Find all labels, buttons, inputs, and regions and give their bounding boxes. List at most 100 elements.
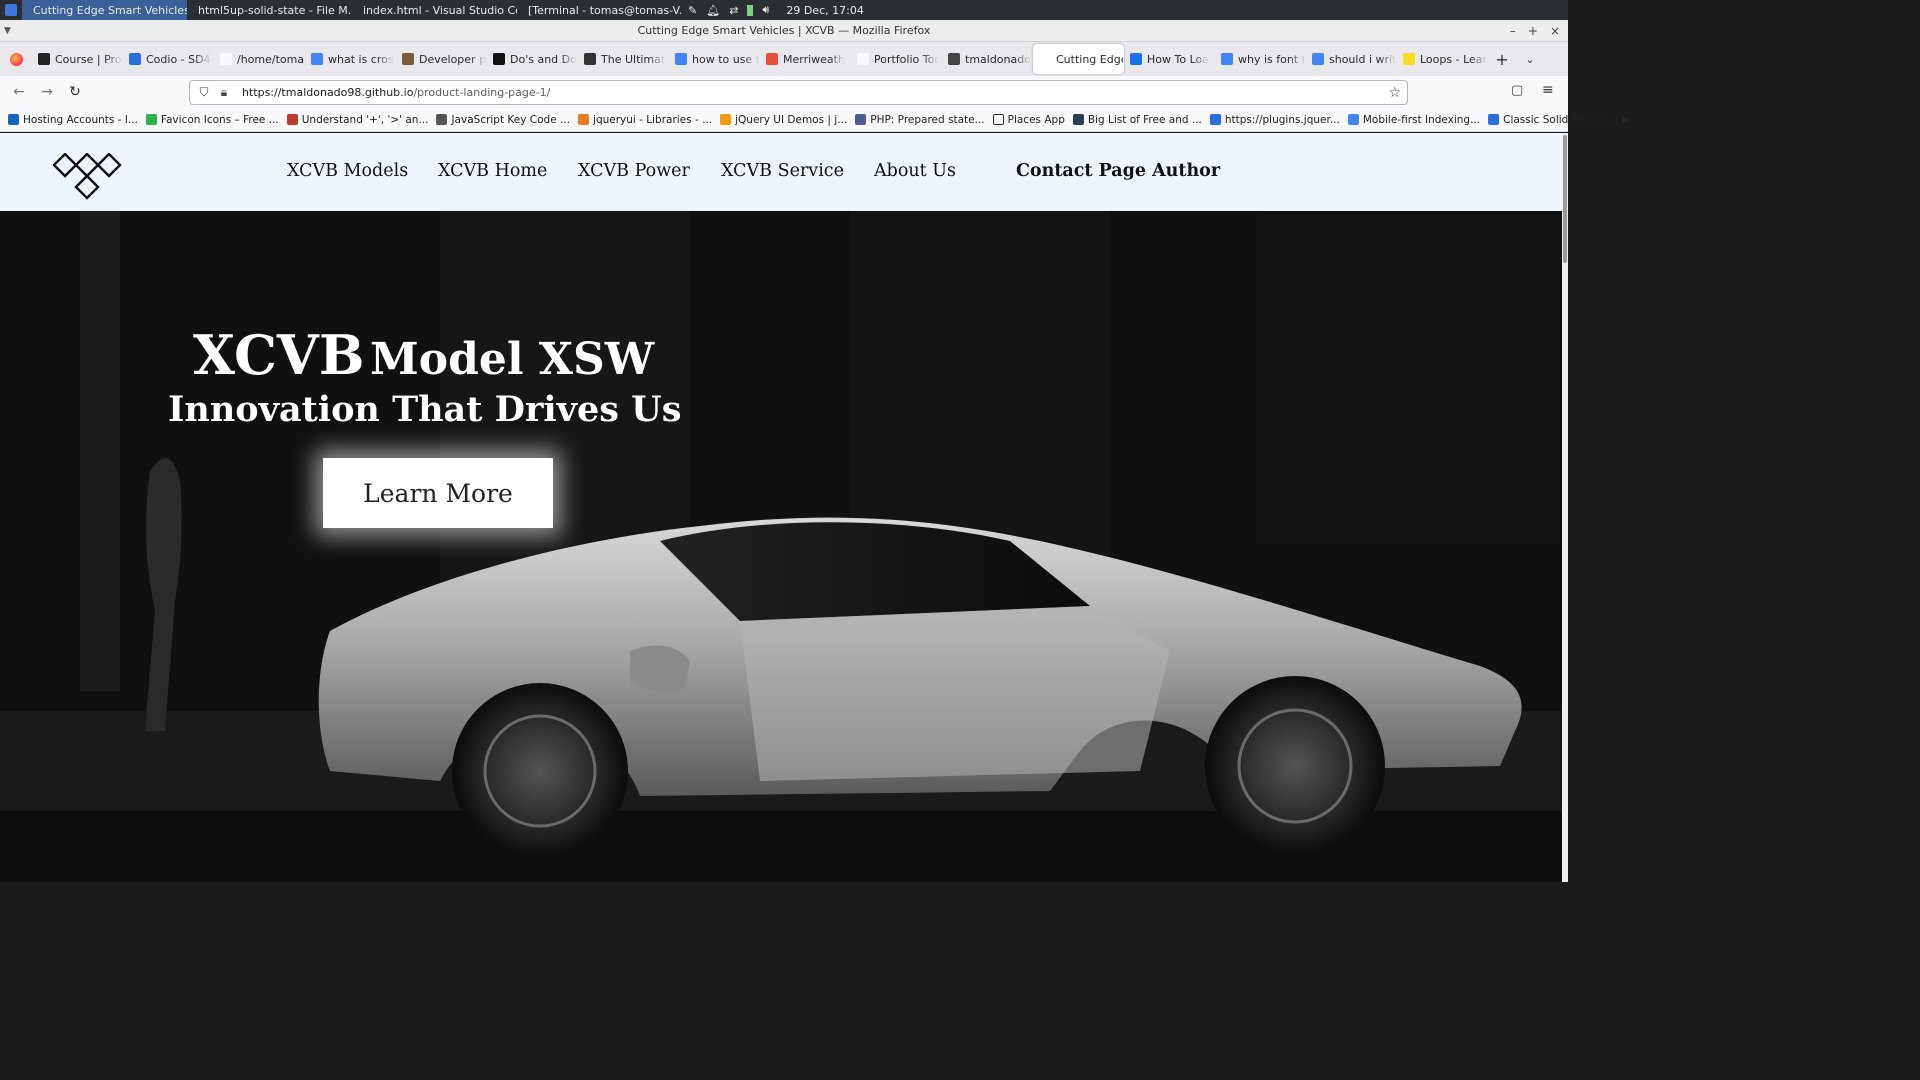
- app-menu-icon[interactable]: ≡: [1542, 82, 1554, 98]
- bookmark-item[interactable]: Places App: [992, 114, 1065, 126]
- bookmark-item[interactable]: jQuery UI Demos | j...: [720, 114, 847, 126]
- close-window-icon[interactable]: ×: [1550, 20, 1560, 42]
- tab-label: The Ultimat: [601, 52, 666, 66]
- bookmark-favicon-icon: [1209, 114, 1221, 125]
- bookmark-favicon-icon: [1072, 114, 1084, 125]
- tab-label: How To Loa: [1147, 52, 1209, 66]
- tab-label: Portfolio Tor: [874, 52, 939, 66]
- taskbar-app-3[interactable]: [Terminal - tomas@tomas-V...: [517, 0, 682, 20]
- start-menu-icon[interactable]: [0, 0, 22, 20]
- bookmark-item[interactable]: Big List of Free and ...: [1072, 114, 1202, 126]
- bookmark-favicon-icon: [992, 114, 1004, 125]
- back-arrow-icon[interactable]: ←: [5, 84, 33, 100]
- bookmark-item[interactable]: Hosting Accounts - I...: [8, 114, 138, 126]
- browser-tab[interactable]: should i writ: [1306, 44, 1397, 74]
- favicon-icon: [948, 53, 960, 65]
- bookmark-label: jQuery UI Demos | j...: [735, 113, 848, 126]
- favicon-icon: [493, 53, 505, 65]
- bookmark-star-icon[interactable]: ☆: [1388, 85, 1401, 101]
- hero-subtitle: Innovation That Drives Us: [168, 389, 682, 430]
- favicon-icon: [1312, 53, 1324, 65]
- taskbar-app-1[interactable]: html5up-solid-state - File M...: [187, 0, 352, 20]
- nav-link-about[interactable]: About Us: [874, 161, 956, 181]
- bookmark-favicon-icon: [286, 114, 298, 125]
- favicon-icon: [220, 53, 232, 65]
- browser-tab[interactable]: Course | Pro: [32, 44, 123, 74]
- tab-label: Cutting Edge: [1056, 52, 1124, 66]
- favicon-icon: [675, 53, 687, 65]
- bookmark-item[interactable]: Classic Solid Style Ic...: [1488, 114, 1620, 126]
- maximize-icon[interactable]: +: [1528, 20, 1538, 42]
- firefox-view-icon[interactable]: [0, 52, 32, 66]
- taskbar-app-2[interactable]: index.html - Visual Studio Co...: [352, 0, 517, 20]
- nav-link-home[interactable]: XCVB Home: [438, 161, 547, 181]
- bookmarks-toolbar: Hosting Accounts - I... Favicon Icons – F…: [0, 108, 1629, 132]
- desktop-taskbar: Cutting Edge Smart Vehicles... html5up-so…: [0, 0, 1568, 20]
- bookmark-favicon-icon: [145, 114, 157, 125]
- favicon-icon: [38, 53, 50, 65]
- browser-tab[interactable]: Cutting Edge×: [1033, 44, 1124, 74]
- bookmark-label: jqueryui - Libraries - ...: [593, 113, 713, 126]
- bookmark-item[interactable]: Favicon Icons – Free ...: [145, 114, 279, 126]
- pocket-icon[interactable]: ▢: [1511, 83, 1523, 98]
- lock-icon[interactable]: 🔒︎: [214, 85, 234, 100]
- browser-tab[interactable]: Merriweath: [760, 44, 851, 74]
- url-text[interactable]: https://tmaldonado98.github.io/product-l…: [242, 86, 550, 99]
- browser-tab[interactable]: what is cros: [305, 44, 396, 74]
- bookmark-item[interactable]: Understand '+', '>' an...: [286, 114, 428, 126]
- taskbar-app-label: Cutting Edge Smart Vehicles...: [33, 3, 187, 17]
- bookmark-label: Hosting Accounts - I...: [23, 113, 138, 126]
- tab-label: Course | Pro: [55, 52, 122, 66]
- bookmark-favicon-icon: [8, 114, 19, 125]
- browser-tab[interactable]: Developer p: [396, 44, 487, 74]
- favicon-icon: [584, 53, 596, 65]
- window-title: Cutting Edge Smart Vehicles | XCVB — Moz…: [637, 24, 931, 37]
- forward-arrow-icon[interactable]: →: [33, 84, 61, 100]
- browser-tab[interactable]: Do's and Do: [487, 44, 578, 74]
- url-bar[interactable]: ⛉ 🔒︎ https://tmaldonado98.github.io/prod…: [189, 80, 1408, 105]
- minimize-icon[interactable]: –: [1510, 20, 1516, 42]
- bookmark-item[interactable]: jqueryui - Libraries - ...: [578, 114, 712, 126]
- bookmark-label: JavaScript Key Code ...: [451, 113, 571, 126]
- learn-more-button[interactable]: Learn More: [323, 458, 553, 528]
- nav-link-power[interactable]: XCVB Power: [578, 161, 690, 181]
- network-icon[interactable]: ⇄: [729, 4, 738, 17]
- bookmark-item[interactable]: https://plugins.jquer...: [1209, 114, 1340, 126]
- bookmark-item[interactable]: JavaScript Key Code ...: [436, 114, 570, 126]
- reload-icon[interactable]: ↻: [61, 84, 89, 100]
- volume-icon[interactable]: 🔊︎: [762, 3, 769, 17]
- browser-tab[interactable]: Portfolio Tor: [851, 44, 942, 74]
- favicon-icon: [1130, 53, 1142, 65]
- nav-link-models[interactable]: XCVB Models: [287, 161, 408, 181]
- tab-label: Merriweath: [783, 52, 845, 66]
- nav-link-service[interactable]: XCVB Service: [721, 161, 844, 181]
- notification-bell-icon[interactable]: 🔔︎: [706, 4, 720, 17]
- bookmark-item[interactable]: Mobile-first Indexing...: [1347, 114, 1480, 126]
- new-tab-button[interactable]: +: [1488, 50, 1516, 69]
- browser-tab[interactable]: The Ultimat: [578, 44, 669, 74]
- scrollbar-thumb[interactable]: [1563, 135, 1567, 263]
- contact-author-link[interactable]: Contact Page Author: [1016, 161, 1220, 181]
- favicon-icon: [857, 53, 869, 65]
- browser-tab[interactable]: /home/tomas/re: [214, 44, 305, 74]
- bookmarks-overflow-icon[interactable]: »: [1620, 112, 1629, 128]
- browser-tab[interactable]: Codio - SD4: [123, 44, 214, 74]
- window-menu-icon[interactable]: ▼: [4, 20, 11, 42]
- browser-tab[interactable]: tmaldonado: [942, 44, 1033, 74]
- browser-tab[interactable]: How To Loa: [1124, 44, 1215, 74]
- browser-tab[interactable]: why is font f: [1215, 44, 1306, 74]
- browser-tab[interactable]: how to use t: [669, 44, 760, 74]
- list-all-tabs-icon[interactable]: ⌄: [1516, 53, 1544, 66]
- tracking-shield-icon[interactable]: ⛉: [194, 85, 214, 100]
- bookmark-label: PHP: Prepared state...: [870, 113, 985, 126]
- editor-tray-icon[interactable]: ✎: [688, 4, 697, 17]
- favicon-icon: [1039, 53, 1051, 65]
- page-scrollbar[interactable]: [1562, 133, 1568, 882]
- tab-label: Developer p: [419, 52, 487, 66]
- xcvb-logo-icon[interactable]: [53, 153, 123, 201]
- bookmark-item[interactable]: PHP: Prepared state...: [855, 113, 985, 126]
- bookmark-favicon-icon: [1488, 114, 1500, 125]
- taskbar-app-0[interactable]: Cutting Edge Smart Vehicles...: [22, 0, 187, 20]
- browser-tab[interactable]: Loops - Lear: [1397, 44, 1488, 74]
- battery-icon[interactable]: [747, 4, 754, 16]
